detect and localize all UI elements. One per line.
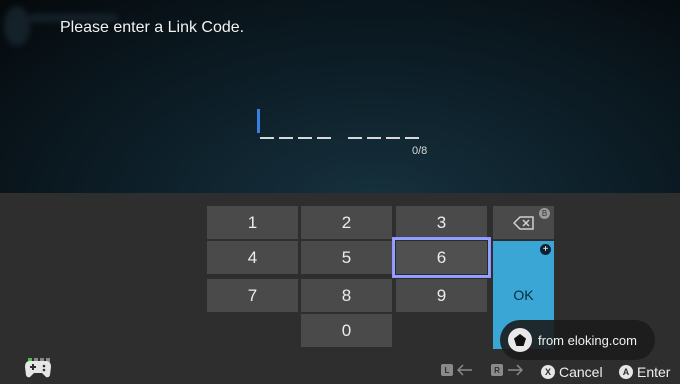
- key-5[interactable]: 5: [301, 241, 392, 274]
- cancel-hint[interactable]: X Cancel: [541, 364, 603, 380]
- code-slot: [348, 137, 362, 139]
- enter-hint[interactable]: A Enter: [619, 364, 670, 380]
- watermark: from eloking.com: [500, 320, 655, 360]
- code-slot: [279, 137, 293, 139]
- text-caret: [257, 109, 260, 133]
- cancel-label: Cancel: [559, 364, 603, 380]
- link-code-input[interactable]: 0/8: [255, 105, 435, 165]
- l-button-icon: L: [441, 364, 453, 376]
- watermark-text: from eloking.com: [538, 332, 637, 348]
- page-prompt: Please enter a Link Code.: [60, 19, 245, 36]
- arrow-left-icon: [457, 364, 472, 376]
- code-slot: [367, 137, 381, 139]
- code-slot: [317, 137, 331, 139]
- key-1[interactable]: 1: [207, 206, 298, 239]
- key-8[interactable]: 8: [301, 279, 392, 312]
- r-button-icon: R: [491, 364, 503, 376]
- controller-icon: [25, 361, 51, 378]
- backspace-icon: [512, 215, 534, 230]
- x-button-icon: X: [541, 365, 555, 379]
- plus-button-badge: +: [540, 244, 551, 255]
- cursor-left-hint[interactable]: L: [441, 364, 473, 376]
- code-slot: [298, 137, 312, 139]
- key-9[interactable]: 9: [396, 279, 487, 312]
- blurred-app-icon: [4, 6, 30, 46]
- link-code-entry-area: Please enter a Link Code. 0/8: [0, 0, 680, 193]
- key-3[interactable]: 3: [396, 206, 487, 239]
- backspace-button[interactable]: B: [493, 206, 554, 239]
- arrow-right-icon: [508, 364, 523, 376]
- eloking-logo-icon: [508, 328, 532, 352]
- key-0[interactable]: 0: [301, 314, 392, 347]
- character-counter: 0/8: [412, 145, 428, 157]
- ok-label: OK: [513, 287, 534, 303]
- key-2[interactable]: 2: [301, 206, 392, 239]
- key-6[interactable]: 6: [393, 238, 490, 277]
- code-slot: [260, 137, 274, 139]
- key-4[interactable]: 4: [207, 241, 298, 274]
- b-button-badge: B: [539, 208, 550, 219]
- cursor-right-hint[interactable]: R: [491, 364, 523, 376]
- key-7[interactable]: 7: [207, 279, 298, 312]
- a-button-icon: A: [619, 365, 633, 379]
- enter-label: Enter: [637, 364, 671, 380]
- code-slot: [405, 137, 419, 139]
- code-slot: [386, 137, 400, 139]
